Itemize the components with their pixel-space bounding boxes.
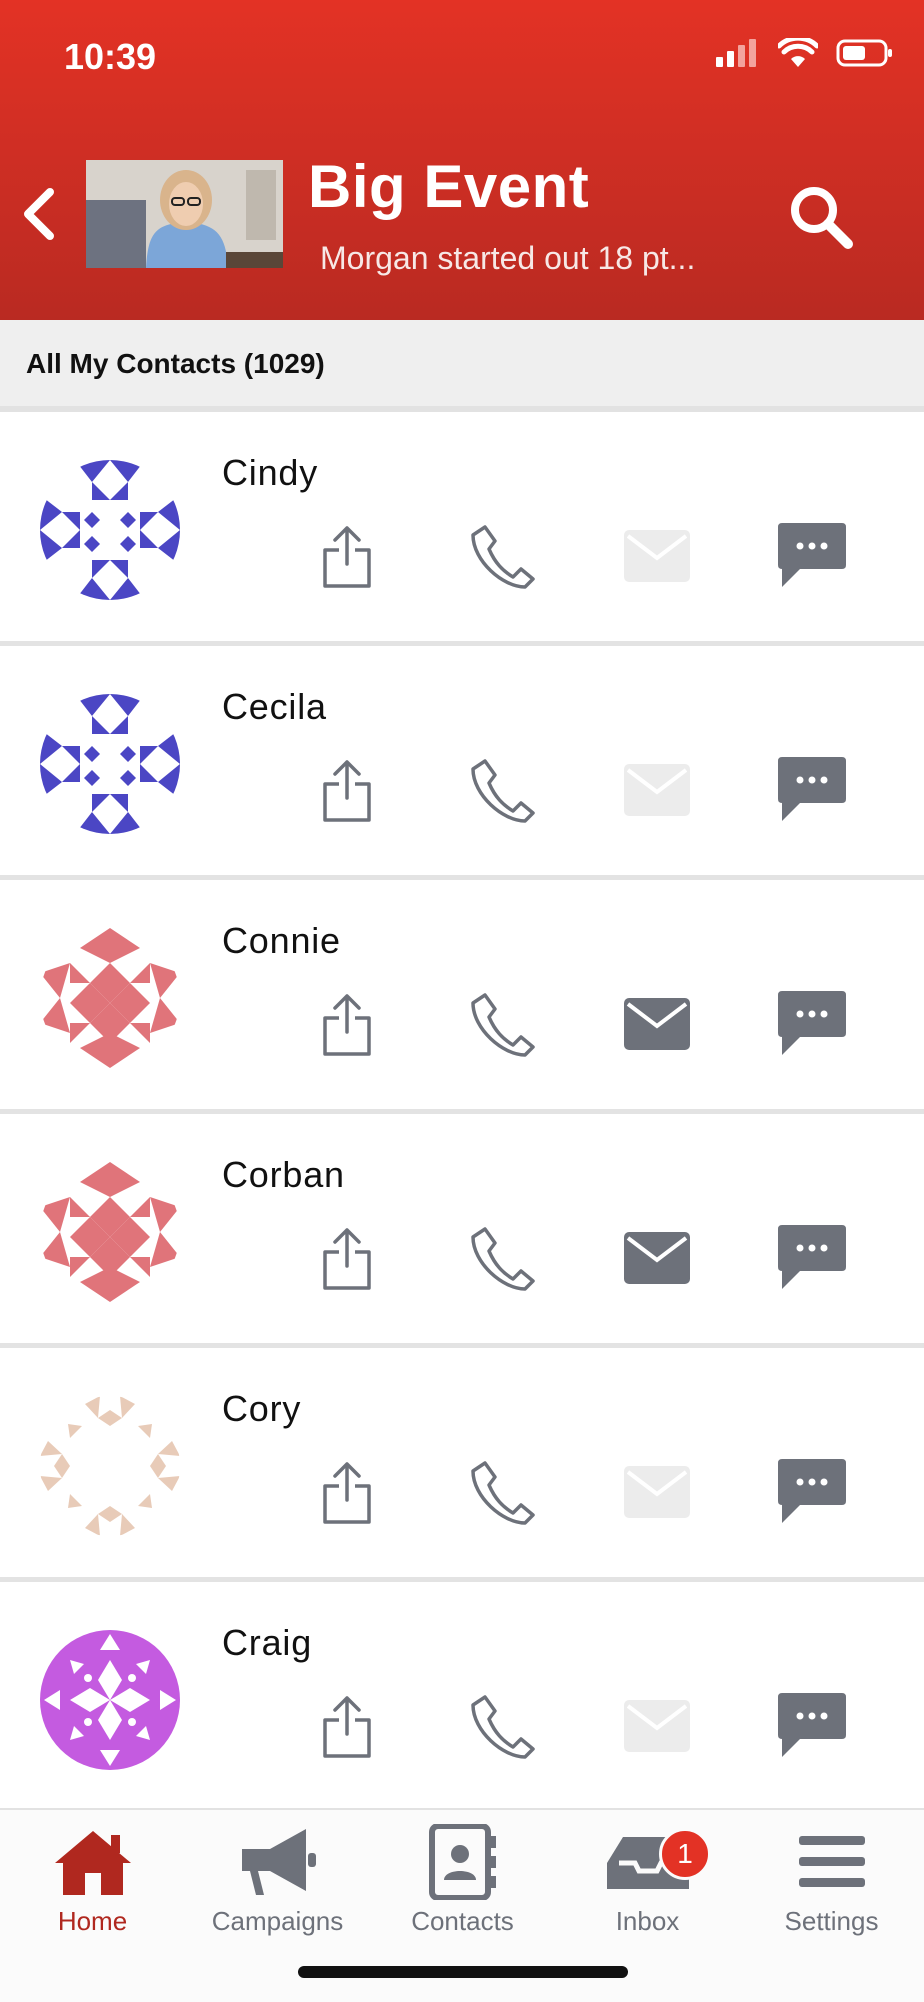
email-icon [624, 1700, 690, 1752]
tab-label: Inbox [615, 1906, 680, 1936]
home-icon [54, 1831, 131, 1895]
email-button[interactable] [621, 1456, 693, 1528]
inbox-badge: 1 [659, 1828, 711, 1880]
email-button[interactable] [621, 988, 693, 1060]
avatar [40, 460, 180, 600]
share-button[interactable] [311, 1690, 383, 1762]
message-button[interactable] [776, 520, 848, 592]
contact-name: Cecila [222, 686, 327, 727]
contact-row[interactable]: Cory [0, 1348, 924, 1582]
menu-icon [798, 1836, 865, 1887]
email-button[interactable] [621, 754, 693, 826]
message-icon [778, 757, 846, 821]
tab-inbox[interactable]: 1 Inbox [555, 1822, 740, 1942]
email-icon [624, 530, 690, 582]
contact-name: Connie [222, 920, 341, 961]
email-icon [624, 998, 690, 1050]
share-icon [323, 994, 371, 1056]
status-icons [714, 38, 894, 68]
call-button[interactable] [466, 1456, 538, 1528]
tab-label: Home [57, 1906, 128, 1936]
avatar [40, 928, 180, 1068]
call-button[interactable] [466, 1222, 538, 1294]
share-icon [323, 1462, 371, 1524]
share-button[interactable] [311, 754, 383, 826]
message-icon [778, 523, 846, 587]
share-icon [323, 526, 371, 588]
home-indicator[interactable] [298, 1966, 628, 1978]
message-icon [778, 1225, 846, 1289]
back-chevron-icon[interactable] [14, 184, 64, 244]
contacts-section-header: All My Contacts (1029) [0, 320, 924, 412]
message-button[interactable] [776, 1690, 848, 1762]
avatar [40, 1162, 180, 1302]
email-icon [624, 764, 690, 816]
event-subtitle: Morgan started out 18 pt... [320, 240, 696, 276]
share-icon [323, 1228, 371, 1290]
phone-icon [471, 759, 535, 823]
message-icon [778, 1459, 846, 1523]
share-icon [323, 760, 371, 822]
tab-contacts[interactable]: Contacts [370, 1822, 555, 1942]
tab-label: Settings [784, 1906, 879, 1936]
call-button[interactable] [466, 988, 538, 1060]
avatar [40, 1396, 180, 1536]
signal-icon [716, 39, 756, 67]
tab-home[interactable]: Home [0, 1822, 185, 1942]
tab-label: Contacts [411, 1906, 514, 1936]
email-icon [624, 1466, 690, 1518]
email-button[interactable] [621, 520, 693, 592]
phone-icon [471, 1461, 535, 1525]
contact-row[interactable]: Corban [0, 1114, 924, 1348]
event-title: Big Event [308, 153, 590, 220]
message-button[interactable] [776, 1222, 848, 1294]
event-photo [86, 160, 283, 268]
phone-icon [471, 1695, 535, 1759]
phone-icon [471, 525, 535, 589]
section-title: All My Contacts (1029) [26, 348, 325, 379]
contact-row[interactable]: Cecila [0, 646, 924, 880]
message-icon [778, 1693, 846, 1757]
phone-icon [471, 993, 535, 1057]
call-button[interactable] [466, 1690, 538, 1762]
email-icon [624, 1232, 690, 1284]
message-button[interactable] [776, 1456, 848, 1528]
share-button[interactable] [311, 520, 383, 592]
message-icon [778, 991, 846, 1055]
call-button[interactable] [466, 520, 538, 592]
email-button[interactable] [621, 1690, 693, 1762]
share-icon [323, 1696, 371, 1758]
search-icon[interactable] [786, 182, 856, 252]
contact-name: Cindy [222, 452, 319, 493]
status-time: 10:39 [64, 36, 157, 77]
phone-icon [471, 1227, 535, 1291]
contact-name: Corban [222, 1154, 345, 1195]
email-button[interactable] [621, 1222, 693, 1294]
message-button[interactable] [776, 754, 848, 826]
message-button[interactable] [776, 988, 848, 1060]
tab-label: Campaigns [211, 1906, 344, 1936]
wifi-icon [778, 38, 818, 67]
contact-name: Cory [222, 1388, 302, 1429]
contact-list: Cindy Cecila Connie Corban Cory Craig [0, 412, 924, 1808]
contact-row[interactable]: Craig [0, 1582, 924, 1808]
event-thumbnail[interactable] [86, 160, 283, 268]
share-button[interactable] [311, 1222, 383, 1294]
address-book-icon [428, 1824, 496, 1900]
share-button[interactable] [311, 988, 383, 1060]
avatar [40, 1630, 180, 1770]
avatar [40, 694, 180, 834]
battery-icon [836, 39, 892, 67]
contact-row[interactable]: Cindy [0, 412, 924, 646]
tab-settings[interactable]: Settings [739, 1822, 924, 1942]
contact-row[interactable]: Connie [0, 880, 924, 1114]
tab-campaigns[interactable]: Campaigns [185, 1822, 370, 1942]
contact-name: Craig [222, 1622, 313, 1663]
megaphone-icon [241, 1829, 316, 1895]
call-button[interactable] [466, 754, 538, 826]
app-header: 10:39 Big Event Morgan started out 18 pt… [0, 0, 924, 320]
share-button[interactable] [311, 1456, 383, 1528]
